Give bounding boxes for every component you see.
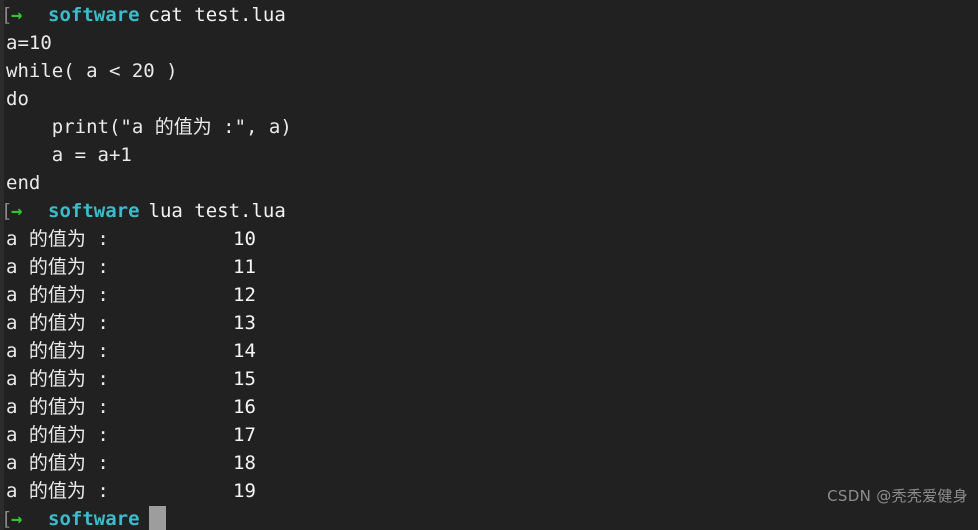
output-value: 12: [233, 284, 256, 306]
output-label: a 的值为 :: [6, 396, 109, 418]
terminal-code-line: while( a < 20 ): [0, 57, 978, 85]
output-label: a 的值为 :: [6, 228, 109, 250]
output-value: 16: [233, 396, 256, 418]
prompt-host-label: software: [48, 4, 140, 26]
prompt-arrow-icon: →: [11, 508, 23, 530]
terminal-output-line: a 的值为 : 10: [0, 225, 978, 253]
output-label: a 的值为 :: [6, 340, 109, 362]
output-value: 11: [233, 256, 256, 278]
terminal-output-line: a 的值为 : 12: [0, 281, 978, 309]
terminal-output-line: a 的值为 : 18: [0, 449, 978, 477]
output-label: a 的值为 :: [6, 284, 109, 306]
code-text: print("a 的值为 :", a): [6, 116, 292, 138]
terminal-command-text: lua test.lua: [148, 200, 286, 222]
terminal-code-line: do: [0, 85, 978, 113]
code-text: a=10: [6, 32, 52, 54]
terminal-command-text: cat test.lua: [148, 4, 286, 26]
code-text: end: [6, 172, 41, 194]
terminal-code-line: print("a 的值为 :", a): [0, 113, 978, 141]
code-text: while( a < 20 ): [6, 60, 178, 82]
output-value: 10: [233, 228, 256, 250]
terminal-window[interactable]: [→ software cat test.lua a=10 while( a < 20 …: [0, 0, 978, 530]
prompt-arrow-icon: →: [11, 200, 23, 222]
output-value: 19: [233, 480, 256, 502]
output-value: 17: [233, 424, 256, 446]
terminal-output-line: a 的值为 : 11: [0, 253, 978, 281]
terminal-code-line: a=10: [0, 29, 978, 57]
output-label: a 的值为 :: [6, 480, 109, 502]
output-label: a 的值为 :: [6, 424, 109, 446]
output-value: 13: [233, 312, 256, 334]
prompt-bracket: [: [1, 508, 13, 530]
terminal-output-line: a 的值为 : 16: [0, 393, 978, 421]
output-label: a 的值为 :: [6, 256, 109, 278]
output-label: a 的值为 :: [6, 368, 109, 390]
code-text: do: [6, 88, 29, 110]
output-label: a 的值为 :: [6, 312, 109, 334]
output-label: a 的值为 :: [6, 452, 109, 474]
terminal-prompt-line: [→ software: [0, 505, 978, 530]
prompt-bracket: [: [1, 200, 13, 222]
terminal-output-line: a 的值为 : 19: [0, 477, 978, 505]
terminal-prompt-line: [→ software lua test.lua: [0, 197, 978, 225]
prompt-host-label: software: [48, 508, 140, 530]
prompt-bracket: [: [1, 4, 13, 26]
terminal-code-line: a = a+1: [0, 141, 978, 169]
output-value: 14: [233, 340, 256, 362]
terminal-prompt-line: [→ software cat test.lua: [0, 1, 978, 29]
output-value: 15: [233, 368, 256, 390]
code-text: a = a+1: [6, 144, 132, 166]
terminal-cursor[interactable]: [148, 506, 166, 530]
prompt-arrow-icon: →: [11, 4, 23, 26]
terminal-output-line: a 的值为 : 14: [0, 337, 978, 365]
terminal-output-line: a 的值为 : 13: [0, 309, 978, 337]
terminal-output-area[interactable]: [→ software cat test.lua a=10 while( a < 20 …: [0, 0, 978, 530]
terminal-output-line: a 的值为 : 17: [0, 421, 978, 449]
output-value: 18: [233, 452, 256, 474]
terminal-code-line: end: [0, 169, 978, 197]
prompt-host-label: software: [48, 200, 140, 222]
terminal-output-line: a 的值为 : 15: [0, 365, 978, 393]
